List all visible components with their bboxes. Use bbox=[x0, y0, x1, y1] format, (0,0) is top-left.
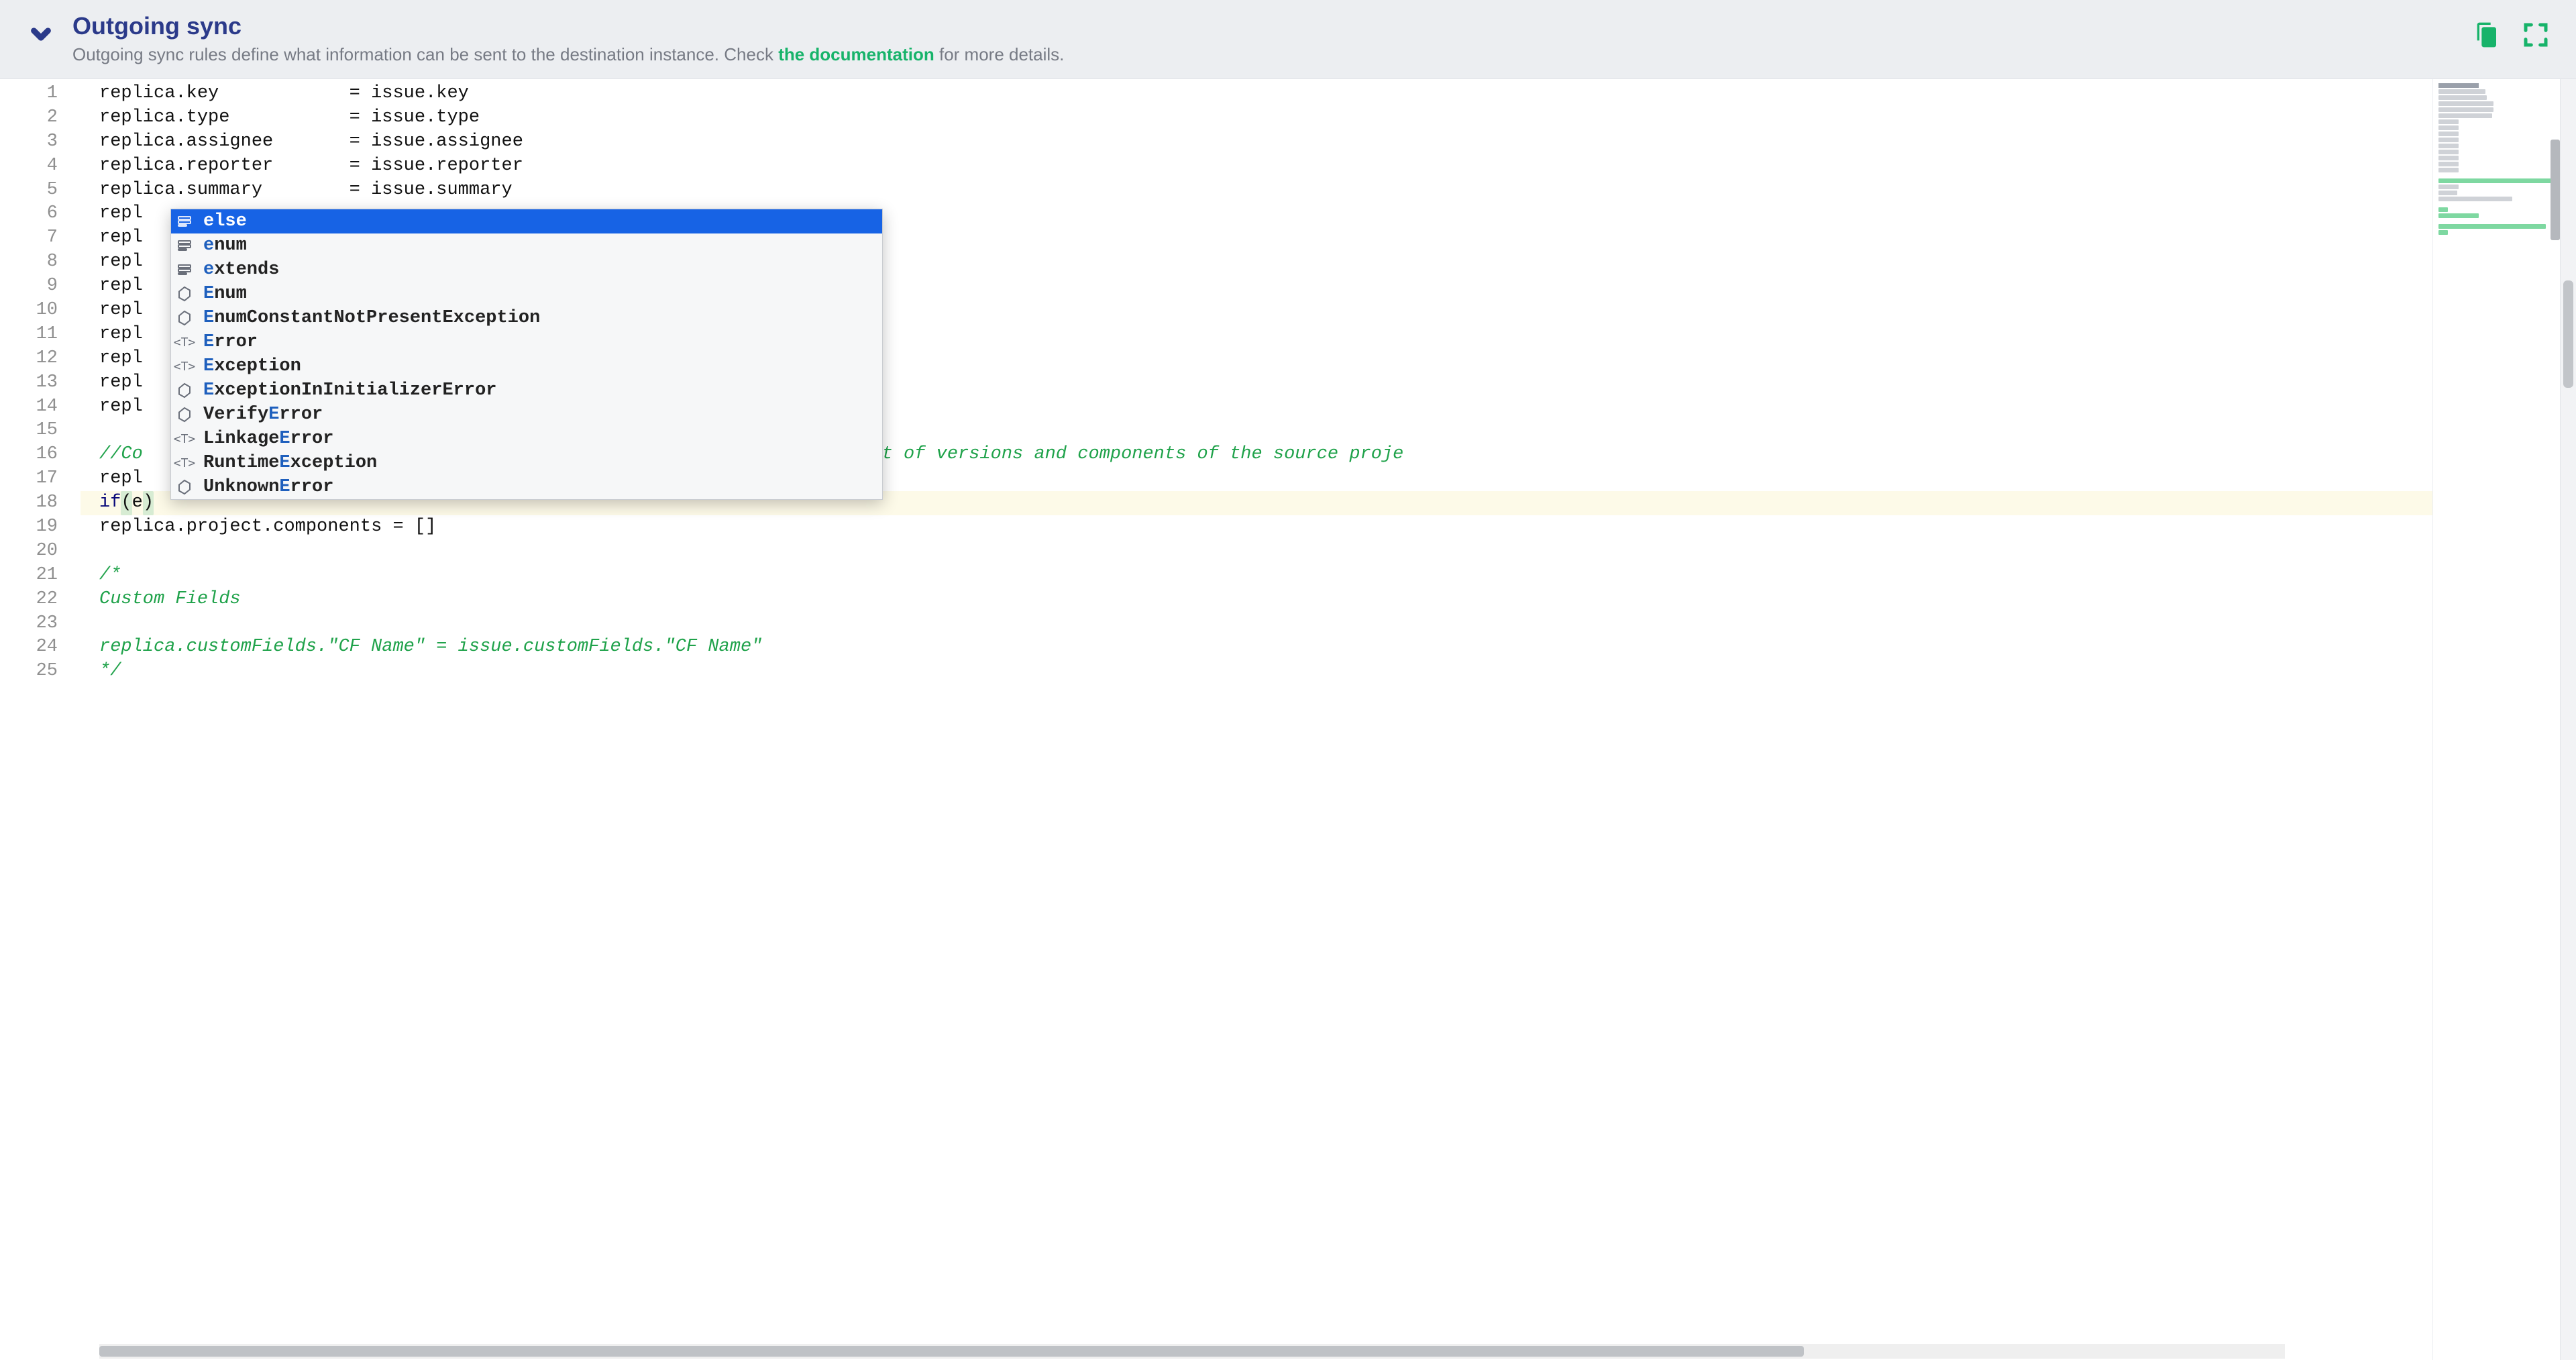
page-subtitle: Outgoing sync rules define what informat… bbox=[72, 44, 2455, 65]
fullscreen-icon[interactable] bbox=[2522, 21, 2549, 52]
documentation-link[interactable]: the documentation bbox=[778, 44, 934, 64]
autocomplete-item[interactable]: <T> Exception bbox=[171, 354, 882, 378]
autocomplete-item[interactable]: <T> RuntimeException bbox=[171, 451, 882, 475]
t-icon: <T> bbox=[175, 429, 194, 448]
line-number: 12 bbox=[0, 347, 58, 371]
line-number: 2 bbox=[0, 106, 58, 130]
code-editor[interactable]: 1234567891011121314151617181920212223242… bbox=[0, 79, 2432, 1360]
autocomplete-label: RuntimeException bbox=[203, 453, 377, 473]
block-icon bbox=[175, 260, 194, 279]
line-number: 13 bbox=[0, 371, 58, 395]
line-number: 25 bbox=[0, 660, 58, 684]
line-number: 7 bbox=[0, 226, 58, 250]
autocomplete-label: LinkageError bbox=[203, 429, 333, 449]
code-line[interactable] bbox=[99, 539, 2432, 564]
t-icon: <T> bbox=[175, 454, 194, 472]
hex-icon bbox=[175, 309, 194, 327]
autocomplete-label: ExceptionInInitializerError bbox=[203, 380, 496, 401]
autocomplete-item[interactable]: extends bbox=[171, 258, 882, 282]
autocomplete-item[interactable]: <T> LinkageError bbox=[171, 427, 882, 451]
block-icon bbox=[175, 236, 194, 255]
line-number: 15 bbox=[0, 419, 58, 443]
collapse-chevron-icon[interactable] bbox=[27, 20, 55, 52]
autocomplete-item[interactable]: Enum bbox=[171, 282, 882, 306]
line-number: 9 bbox=[0, 274, 58, 299]
autocomplete-item[interactable]: UnknownError bbox=[171, 475, 882, 499]
line-number: 22 bbox=[0, 588, 58, 612]
line-number: 19 bbox=[0, 515, 58, 539]
line-number: 20 bbox=[0, 539, 58, 564]
autocomplete-label: Exception bbox=[203, 356, 301, 376]
line-number: 8 bbox=[0, 250, 58, 274]
hex-icon bbox=[175, 284, 194, 303]
code-line[interactable]: replica.type = issue.type bbox=[99, 106, 2432, 130]
autocomplete-item[interactable]: EnumConstantNotPresentException bbox=[171, 306, 882, 330]
hex-icon bbox=[175, 478, 194, 496]
autocomplete-popup[interactable]: else enum extends Enum EnumConstantNotPresen… bbox=[170, 209, 883, 500]
code-line[interactable]: replica.key = issue.key bbox=[99, 82, 2432, 106]
line-number: 4 bbox=[0, 154, 58, 178]
autocomplete-label: UnknownError bbox=[203, 477, 333, 497]
vertical-scrollbar[interactable] bbox=[2560, 79, 2576, 1360]
code-line[interactable]: replica.customFields."CF Name" = issue.c… bbox=[99, 635, 2432, 660]
autocomplete-item[interactable]: <T> Error bbox=[171, 330, 882, 354]
line-number: 17 bbox=[0, 467, 58, 491]
autocomplete-label: extends bbox=[203, 260, 279, 280]
subtitle-suffix: for more details. bbox=[934, 44, 1065, 64]
line-number: 10 bbox=[0, 299, 58, 323]
minimap-scroll-thumb[interactable] bbox=[2551, 140, 2560, 240]
autocomplete-label: enum bbox=[203, 236, 247, 256]
page-title: Outgoing sync bbox=[72, 12, 2455, 40]
block-icon bbox=[175, 212, 194, 231]
code-line[interactable]: replica.reporter = issue.reporter bbox=[99, 154, 2432, 178]
line-number-gutter: 1234567891011121314151617181920212223242… bbox=[0, 79, 80, 1360]
autocomplete-label: VerifyError bbox=[203, 405, 323, 425]
code-line[interactable]: replica.assignee = issue.assignee bbox=[99, 130, 2432, 154]
autocomplete-item[interactable]: else bbox=[171, 209, 882, 233]
line-number: 21 bbox=[0, 564, 58, 588]
code-line[interactable]: Custom Fields bbox=[99, 588, 2432, 612]
line-number: 5 bbox=[0, 178, 58, 203]
line-number: 18 bbox=[0, 491, 58, 515]
panel-header: Outgoing sync Outgoing sync rules define… bbox=[0, 0, 2576, 79]
code-line[interactable]: */ bbox=[99, 660, 2432, 684]
autocomplete-label: EnumConstantNotPresentException bbox=[203, 308, 540, 328]
autocomplete-item[interactable]: ExceptionInInitializerError bbox=[171, 378, 882, 403]
t-icon: <T> bbox=[175, 357, 194, 376]
hex-icon bbox=[175, 405, 194, 424]
line-number: 11 bbox=[0, 323, 58, 347]
line-number: 6 bbox=[0, 202, 58, 226]
code-line[interactable]: /* bbox=[99, 564, 2432, 588]
subtitle-prefix: Outgoing sync rules define what informat… bbox=[72, 44, 778, 64]
code-line[interactable] bbox=[99, 612, 2432, 636]
line-number: 3 bbox=[0, 130, 58, 154]
header-text-block: Outgoing sync Outgoing sync rules define… bbox=[72, 12, 2455, 65]
code-line[interactable]: replica.project.components = [] bbox=[99, 515, 2432, 539]
line-number: 14 bbox=[0, 395, 58, 419]
header-actions bbox=[2473, 21, 2549, 52]
line-number: 16 bbox=[0, 443, 58, 467]
line-number: 1 bbox=[0, 82, 58, 106]
editor-area: 1234567891011121314151617181920212223242… bbox=[0, 79, 2576, 1360]
line-number: 23 bbox=[0, 612, 58, 636]
line-number: 24 bbox=[0, 635, 58, 660]
autocomplete-item[interactable]: VerifyError bbox=[171, 403, 882, 427]
autocomplete-label: Error bbox=[203, 332, 258, 352]
code-line[interactable]: replica.summary = issue.summary bbox=[99, 178, 2432, 203]
autocomplete-item[interactable]: enum bbox=[171, 233, 882, 258]
autocomplete-label: else bbox=[203, 211, 247, 231]
code-minimap[interactable] bbox=[2432, 79, 2560, 1360]
horizontal-scrollbar[interactable] bbox=[99, 1344, 2285, 1359]
autocomplete-label: Enum bbox=[203, 284, 247, 304]
copy-icon[interactable] bbox=[2473, 21, 2500, 52]
hex-icon bbox=[175, 381, 194, 400]
t-icon: <T> bbox=[175, 333, 194, 352]
